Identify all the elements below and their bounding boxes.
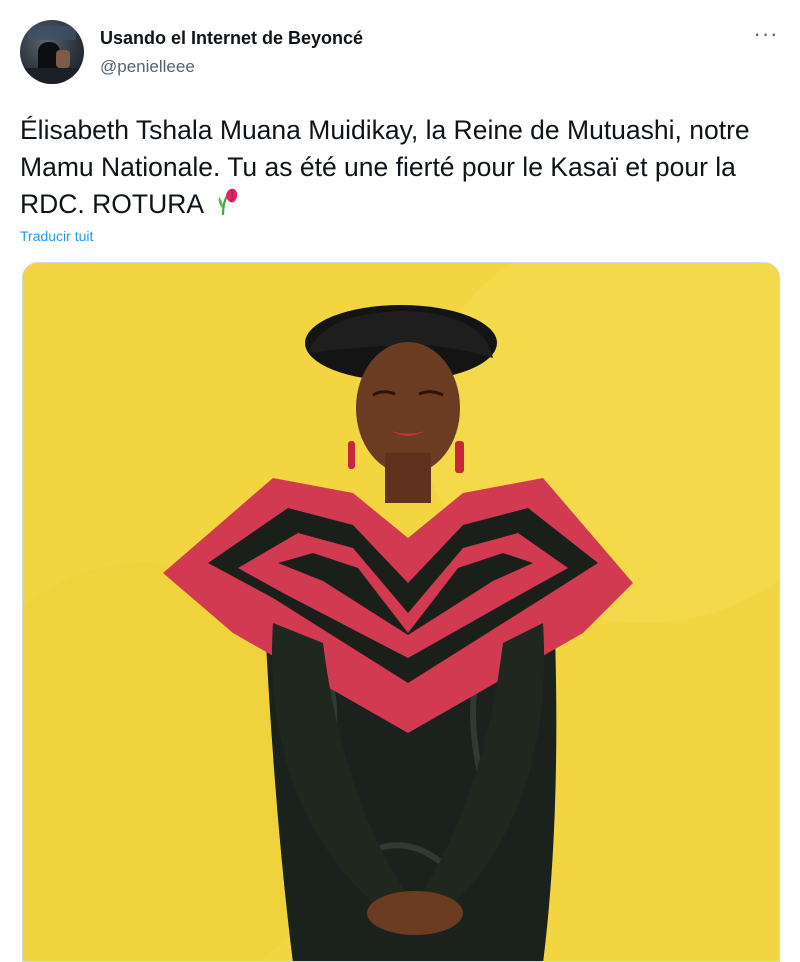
tweet-text: Élisabeth Tshala Muana Muidikay, la Rein…: [20, 112, 780, 223]
more-options-icon[interactable]: ···: [748, 22, 784, 52]
author-name[interactable]: Usando el Internet de Beyoncé: [100, 28, 363, 49]
tweet: Usando el Internet de Beyoncé @peniellee…: [0, 0, 800, 962]
translate-link[interactable]: Traducir tuit: [20, 228, 93, 244]
tweet-photo[interactable]: [22, 262, 780, 962]
author-handle[interactable]: @penielleee: [100, 57, 195, 77]
avatar[interactable]: [20, 20, 84, 84]
wilted-flower-icon: [214, 187, 240, 217]
tweet-text-content: Élisabeth Tshala Muana Muidikay, la Rein…: [20, 115, 750, 219]
